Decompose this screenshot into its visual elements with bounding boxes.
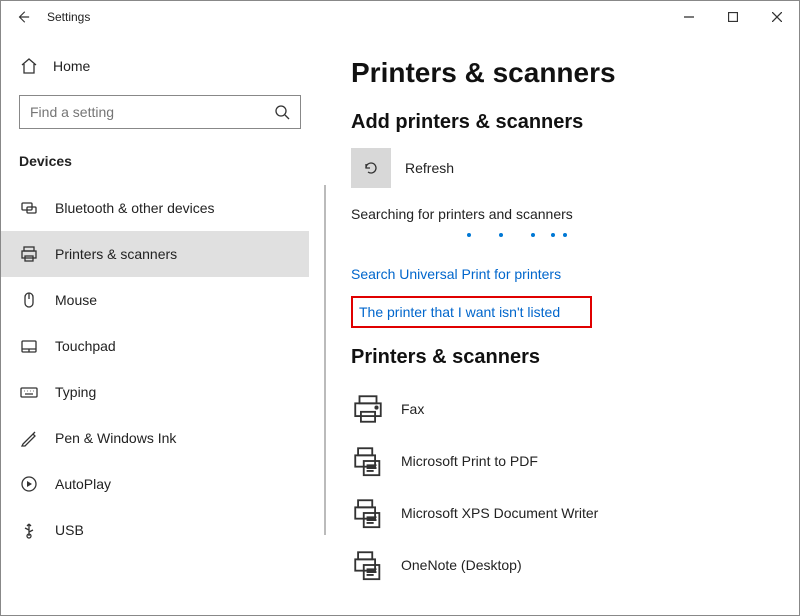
mouse-icon	[19, 290, 39, 310]
usb-icon	[19, 520, 39, 540]
printers-list-section: Printers & scanners Fax Microsoft Print …	[351, 346, 799, 591]
titlebar: Settings	[1, 1, 799, 33]
sidebar-item-mouse[interactable]: Mouse	[19, 277, 327, 323]
sidebar-item-label: Bluetooth & other devices	[55, 200, 215, 216]
printer-item-print-to-pdf[interactable]: Microsoft Print to PDF	[351, 435, 799, 487]
add-section-heading: Add printers & scanners	[351, 111, 799, 134]
settings-window: Settings Home Devices	[0, 0, 800, 616]
printer-item-fax[interactable]: Fax	[351, 383, 799, 435]
refresh-row[interactable]: Refresh	[351, 148, 799, 188]
close-icon	[772, 12, 782, 22]
sidebar-item-label: USB	[55, 522, 84, 538]
sidebar-item-label: Pen & Windows Ink	[55, 430, 176, 446]
bluetooth-icon	[19, 198, 39, 218]
refresh-label: Refresh	[405, 160, 454, 176]
autoplay-icon	[19, 474, 39, 494]
highlight-box: The printer that I want isn't listed	[351, 296, 592, 328]
printer-doc-icon	[351, 496, 385, 530]
refresh-icon	[361, 158, 381, 178]
link-universal-print[interactable]: Search Universal Print for printers	[351, 266, 799, 282]
sidebar-section-label: Devices	[19, 153, 327, 169]
sidebar-item-touchpad[interactable]: Touchpad	[19, 323, 327, 369]
minimize-button[interactable]	[667, 1, 711, 33]
sidebar-item-usb[interactable]: USB	[19, 507, 327, 553]
maximize-button[interactable]	[711, 1, 755, 33]
printer-item-label: OneNote (Desktop)	[401, 557, 522, 573]
refresh-icon-box	[351, 148, 391, 188]
sidebar-item-printers[interactable]: Printers & scanners	[1, 231, 309, 277]
searching-status: Searching for printers and scanners	[351, 206, 799, 222]
sidebar-scroll: Bluetooth & other devices Printers & sca…	[19, 185, 327, 615]
sidebar-item-label: Typing	[55, 384, 96, 400]
printers-list-heading: Printers & scanners	[351, 346, 799, 369]
window-title: Settings	[47, 10, 90, 24]
link-printer-not-listed[interactable]: The printer that I want isn't listed	[359, 304, 560, 320]
sidebar-item-label: Touchpad	[55, 338, 116, 354]
sidebar-item-bluetooth[interactable]: Bluetooth & other devices	[19, 185, 327, 231]
sidebar-item-typing[interactable]: Typing	[19, 369, 327, 415]
home-icon	[19, 56, 39, 76]
sidebar-scrollbar[interactable]	[324, 185, 326, 535]
sidebar-item-label: Printers & scanners	[55, 246, 177, 262]
main-content: Printers & scanners Add printers & scann…	[327, 33, 799, 615]
printer-item-label: Fax	[401, 401, 424, 417]
printer-item-xps[interactable]: Microsoft XPS Document Writer	[351, 487, 799, 539]
printer-item-label: Microsoft Print to PDF	[401, 453, 538, 469]
window-controls	[667, 1, 799, 33]
search-icon	[274, 104, 290, 120]
maximize-icon	[728, 12, 738, 22]
touchpad-icon	[19, 336, 39, 356]
printer-icon	[19, 244, 39, 264]
fax-icon	[351, 392, 385, 426]
sidebar-home[interactable]: Home	[19, 47, 327, 85]
sidebar: Home Devices Bluetooth & other devices	[1, 33, 327, 615]
sidebar-item-pen[interactable]: Pen & Windows Ink	[19, 415, 327, 461]
close-button[interactable]	[755, 1, 799, 33]
printer-item-label: Microsoft XPS Document Writer	[401, 505, 598, 521]
printer-item-onenote[interactable]: OneNote (Desktop)	[351, 539, 799, 591]
sidebar-item-label: Mouse	[55, 292, 97, 308]
sidebar-item-label: AutoPlay	[55, 476, 111, 492]
page-heading: Printers & scanners	[351, 57, 799, 89]
minimize-icon	[684, 12, 694, 22]
back-button[interactable]	[7, 1, 39, 33]
printer-doc-icon	[351, 548, 385, 582]
pen-icon	[19, 428, 39, 448]
search-input[interactable]	[30, 104, 274, 120]
printer-doc-icon	[351, 444, 385, 478]
back-arrow-icon	[16, 10, 30, 24]
keyboard-icon	[19, 382, 39, 402]
window-body: Home Devices Bluetooth & other devices	[1, 33, 799, 615]
search-input-box[interactable]	[19, 95, 301, 129]
sidebar-item-autoplay[interactable]: AutoPlay	[19, 461, 327, 507]
sidebar-home-label: Home	[53, 58, 90, 74]
progress-dots	[351, 226, 799, 244]
